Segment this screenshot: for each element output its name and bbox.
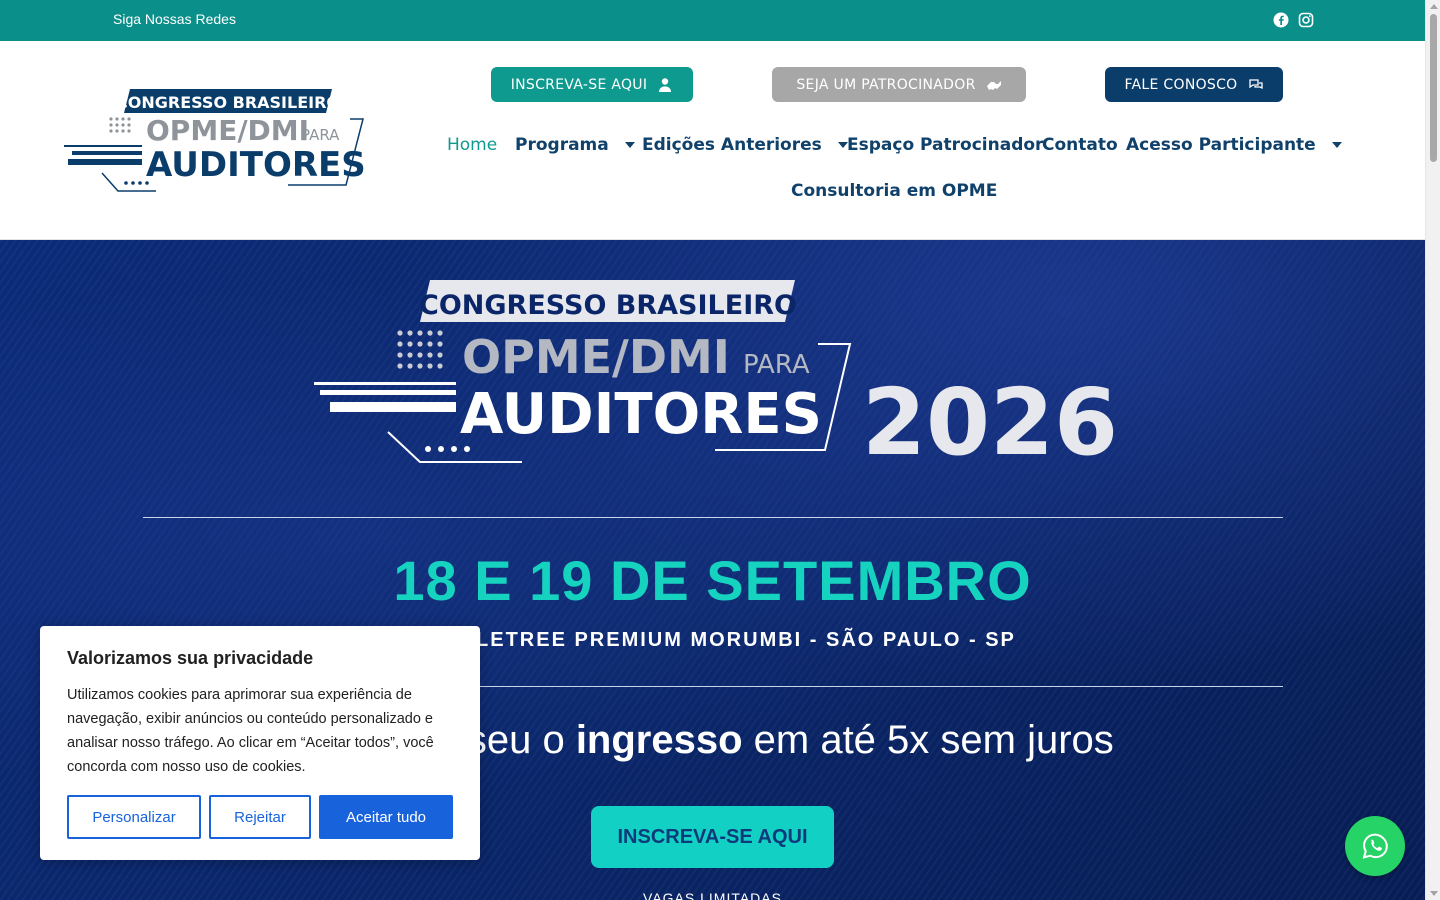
nav-home-label: Home: [447, 135, 498, 155]
nav-home[interactable]: Home: [447, 135, 497, 155]
caret-down-icon: [1331, 142, 1342, 148]
installment-bold: ingresso: [575, 718, 743, 762]
hero-logo-line2: OPME/DMI: [462, 330, 730, 384]
whatsapp-icon: [1362, 833, 1388, 859]
logo-line2-small: PARA: [301, 126, 340, 144]
register-button[interactable]: INSCREVA-SE AQUI: [491, 67, 693, 102]
logo-line1: CONGRESSO BRASILEIRO: [116, 93, 340, 112]
sponsor-button[interactable]: SEJA UM PATROCINADOR: [772, 67, 1026, 102]
whatsapp-button[interactable]: [1345, 816, 1405, 876]
nav-edicoes[interactable]: Edições Anteriores: [642, 135, 848, 155]
site-header: CONGRESSO BRASILEIRO OPME/DMI PARA AUDIT…: [0, 41, 1425, 240]
hero-logo-line3: AUDITORES: [460, 382, 822, 447]
instagram-icon[interactable]: [1298, 12, 1314, 28]
nav-espaco-label: Espaço Patrocinador: [847, 135, 1044, 155]
nav-consultoria-label: Consultoria em OPME: [791, 181, 998, 201]
cookie-title: Valorizamos sua privacidade: [67, 648, 314, 668]
logo-line3: AUDITORES: [146, 145, 366, 185]
nav-acesso-label: Acesso Participante: [1126, 135, 1316, 155]
scroll-down-icon[interactable]: [1430, 891, 1438, 896]
cookie-consent-dialog: Valorizamos sua privacidade Utilizamos c…: [40, 626, 480, 860]
logo-line2: OPME/DMI: [146, 114, 309, 147]
nav-programa[interactable]: Programa: [515, 135, 635, 155]
cookie-text: Utilizamos cookies para aprimorar sua ex…: [67, 687, 434, 775]
nav-contato[interactable]: Contato: [1042, 135, 1118, 155]
event-date: 18 E 19 DE SETEMBRO: [393, 549, 1032, 612]
caret-down-icon: [624, 142, 635, 148]
scroll-up-icon[interactable]: [1430, 4, 1438, 9]
limited-spots-label: VAGAS LIMITADAS: [643, 890, 782, 900]
nav-contato-label: Contato: [1042, 135, 1118, 155]
sponsor-button-label: SEJA UM PATROCINADOR: [796, 76, 976, 93]
installment-post: em até 5x sem juros: [742, 718, 1114, 762]
user-icon: [659, 77, 672, 92]
hero-logo-line2-small: PARA: [743, 350, 810, 380]
register-button-label: INSCREVA-SE AQUI: [510, 76, 648, 93]
contact-button-label: FALE CONOSCO: [1124, 76, 1238, 93]
follow-us-label: Siga Nossas Redes: [113, 11, 236, 27]
nav-consultoria[interactable]: Consultoria em OPME: [791, 181, 997, 201]
hero-register-button[interactable]: INSCREVA-SE AQUI: [591, 806, 834, 868]
handshake-icon: [986, 80, 1001, 90]
hero-divider-top: [143, 517, 1283, 518]
scrollbar-thumb[interactable]: [1430, 14, 1437, 162]
nav-edicoes-label: Edições Anteriores: [642, 135, 822, 155]
cookie-accept-button[interactable]: Aceitar tudo: [319, 795, 453, 839]
page-scrollbar[interactable]: [1425, 0, 1440, 900]
nav-programa-label: Programa: [515, 135, 609, 155]
hero-logo-line1: CONGRESSO BRASILEIRO: [419, 290, 797, 321]
cookie-customize-button[interactable]: Personalizar: [67, 795, 201, 839]
hero-event-logo: CONGRESSO BRASILEIRO OPME/DMI PARA AUDIT…: [314, 280, 1118, 468]
nav-espaco-patrocinador[interactable]: Espaço Patrocinador: [847, 135, 1043, 155]
contact-button[interactable]: FALE CONOSCO: [1105, 67, 1283, 102]
site-logo[interactable]: CONGRESSO BRASILEIRO OPME/DMI PARA AUDIT…: [58, 85, 368, 195]
hero-year: 2026: [862, 369, 1118, 468]
cookie-reject-button[interactable]: Rejeitar: [209, 795, 311, 839]
chat-icon: [1248, 78, 1263, 89]
top-bar: Siga Nossas Redes: [0, 0, 1425, 41]
facebook-icon[interactable]: [1273, 12, 1289, 28]
nav-acesso-participante[interactable]: Acesso Participante: [1126, 135, 1342, 155]
